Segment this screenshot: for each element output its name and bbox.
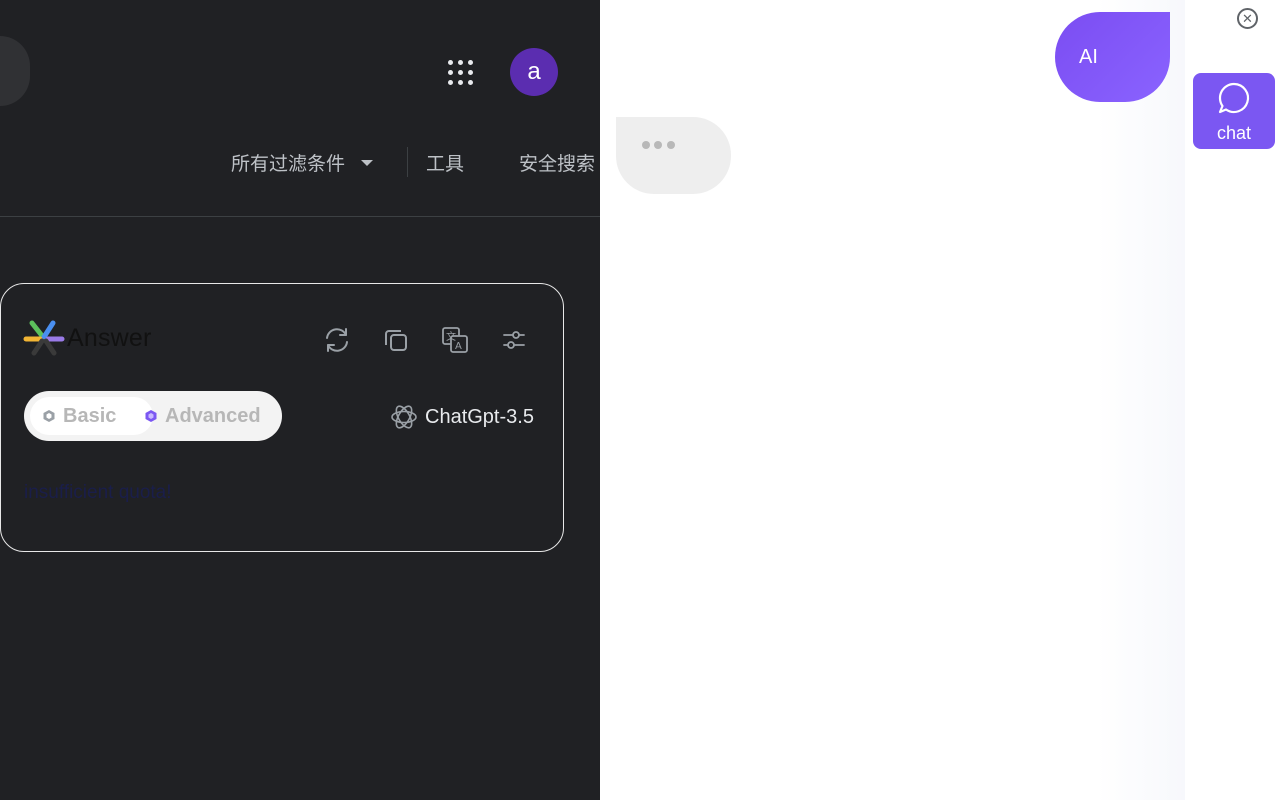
- mode-advanced-tab[interactable]: Advanced: [142, 397, 276, 435]
- answer-logo: Answer: [23, 320, 152, 356]
- all-filters-dropdown[interactable]: 所有过滤条件: [231, 149, 374, 176]
- all-filters-label: 所有过滤条件: [231, 153, 346, 175]
- safe-search-button[interactable]: 安全搜索: [519, 149, 595, 176]
- close-circle-icon[interactable]: ✕: [1237, 8, 1258, 29]
- answer-logo-text: Answer: [67, 323, 152, 352]
- ai-message-bubble[interactable]: AI: [1055, 12, 1170, 102]
- settings-sliders-icon[interactable]: [498, 324, 530, 356]
- header-divider: [0, 216, 600, 217]
- typing-dot: [667, 141, 675, 149]
- answer-logo-mark-icon: [23, 320, 65, 356]
- basic-hex-icon: [43, 410, 55, 422]
- chat-bubble-icon: [1218, 82, 1250, 114]
- translate-icon[interactable]: 文 A: [439, 324, 471, 356]
- mode-basic-tab[interactable]: Basic: [30, 397, 153, 435]
- typing-dot: [654, 141, 662, 149]
- chat-button-label: chat: [1216, 123, 1252, 143]
- mode-advanced-label: Advanced: [165, 404, 261, 427]
- search-filters-bar: 所有过滤条件 工具 安全搜索: [231, 147, 595, 177]
- google-apps-grid-icon[interactable]: [446, 58, 476, 88]
- typing-dot: [642, 141, 650, 149]
- svg-text:A: A: [455, 341, 462, 352]
- mode-basic-label: Basic: [63, 404, 117, 427]
- model-name: ChatGpt-3.5: [425, 405, 534, 428]
- mode-toggle: Basic Advanced: [24, 391, 282, 441]
- copy-icon[interactable]: [380, 324, 412, 356]
- answer-toolbar: 文 A: [321, 324, 557, 356]
- account-avatar[interactable]: a: [510, 48, 558, 96]
- typing-indicator-bubble: [616, 117, 731, 194]
- search-box-edge[interactable]: [0, 36, 30, 106]
- filter-divider: [407, 147, 409, 177]
- model-indicator: ChatGpt-3.5: [388, 401, 534, 433]
- answer-response-text: insufficient quota!: [24, 482, 172, 503]
- chat-button[interactable]: chat: [1193, 73, 1275, 149]
- openai-icon: [391, 405, 417, 429]
- google-results-page: a 所有过滤条件 工具 安全搜索 Answer 文 A Basic Advanc…: [0, 0, 600, 800]
- tools-button[interactable]: 工具: [426, 149, 464, 176]
- answer-card: Answer 文 A Basic Advanced ChatGpt-3.5 in…: [0, 283, 564, 552]
- caret-down-icon: [361, 160, 374, 166]
- refresh-icon[interactable]: [321, 324, 353, 356]
- advanced-hex-icon: [145, 410, 157, 422]
